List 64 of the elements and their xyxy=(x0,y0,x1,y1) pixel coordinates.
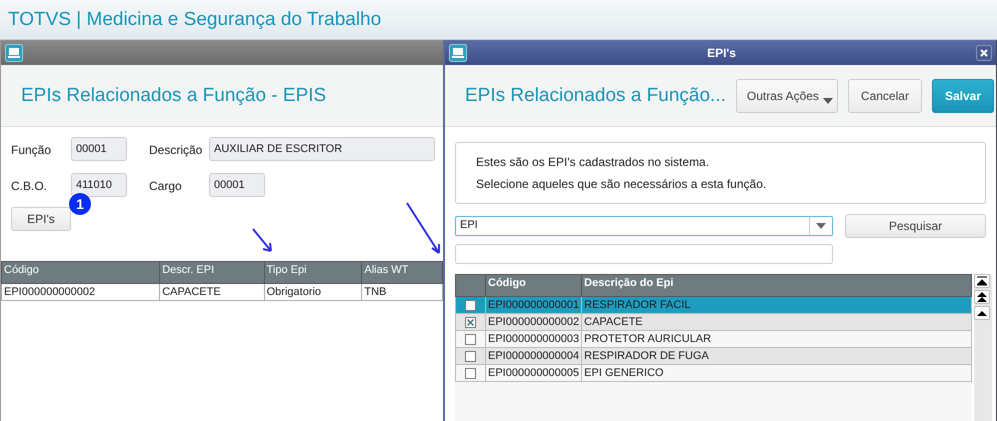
field-label: Função xyxy=(11,142,52,157)
input-field[interactable]: 411010 xyxy=(71,173,127,197)
table-cell: EPI000000000003 xyxy=(486,330,582,348)
app-title: TOTVS | Medicina e Segurança do Trabalho xyxy=(8,8,382,30)
search-dropdown[interactable]: EPI xyxy=(455,216,833,236)
table-cell: Obrigatorio xyxy=(264,284,362,300)
input-field[interactable] xyxy=(455,244,833,264)
checkbox[interactable] xyxy=(465,350,476,362)
table-cell: EPI000000000004 xyxy=(486,348,582,364)
caret-up-icon xyxy=(977,310,987,316)
caret-icon xyxy=(816,223,826,229)
table-cell: PROTETOR AURICULAR xyxy=(582,330,972,348)
field-label: Descrição xyxy=(149,142,204,157)
close-icon xyxy=(980,48,988,56)
search-button[interactable]: Pesquisar xyxy=(845,214,986,238)
input-field[interactable]: 00001 xyxy=(71,137,127,161)
close-button[interactable] xyxy=(976,44,992,60)
column-header[interactable]: Tipo Epi xyxy=(264,262,362,284)
page-up-button[interactable] xyxy=(974,290,990,304)
table-cell: RESPIRADOR FACIL xyxy=(582,296,972,314)
table-row[interactable]: EPI000000000005 EPI GENERICO xyxy=(456,364,972,382)
table-cell: RESPIRADOR DE FUGA xyxy=(582,348,972,364)
table-cell: EPI000000000001 xyxy=(486,296,582,314)
info-text: Estes são os EPI's cadastrados no sistema. xyxy=(476,155,710,169)
table-row[interactable]: EPI000000000003 PROTETOR AURICULAR xyxy=(456,330,972,348)
window-icon xyxy=(5,44,23,62)
checkbox[interactable] xyxy=(465,316,476,328)
page-title: EPIs Relacionados a Função - EPIS xyxy=(21,84,328,106)
checkbox[interactable] xyxy=(465,300,476,310)
table-cell: TNB xyxy=(362,284,442,300)
dialog-heading: EPIs Relacionados a Função... xyxy=(465,84,726,106)
table-cell: CAPACETE xyxy=(160,284,264,300)
window-icon xyxy=(449,44,467,62)
column-header[interactable]: Código xyxy=(486,274,582,296)
arrow-icon xyxy=(251,227,275,255)
table-cell: EPI000000000005 xyxy=(486,364,582,382)
table-cell: EPI000000000002 xyxy=(486,314,582,330)
cancel-button[interactable]: Cancelar xyxy=(848,78,922,112)
table-cell: EPI GENERICO xyxy=(582,364,972,382)
table-cell: EPI000000000002 xyxy=(2,284,160,300)
double-caret-up-icon xyxy=(977,292,987,302)
table-row[interactable]: EPI000000000004 RESPIRADOR DE FUGA xyxy=(456,348,972,364)
column-header[interactable]: Código xyxy=(2,262,160,284)
more-actions-button[interactable]: Outras Ações xyxy=(736,78,838,112)
field-label: Cargo xyxy=(149,178,183,193)
input-field[interactable]: 00001 xyxy=(209,173,265,197)
scroll-top-button[interactable] xyxy=(974,274,990,288)
column-header[interactable]: Alias WT xyxy=(362,262,442,284)
checkbox[interactable] xyxy=(465,368,476,378)
input-field[interactable]: AUXILIAR DE ESCRITOR xyxy=(209,137,435,161)
table-row[interactable]: EPI000000000002 CAPACETE xyxy=(456,314,972,330)
step-badge: 1 xyxy=(69,193,91,215)
epis-button[interactable]: EPI's xyxy=(11,207,71,231)
scroll-up-button[interactable] xyxy=(974,306,990,320)
table-row[interactable]: EPI000000000001 RESPIRADOR FACIL xyxy=(456,296,972,314)
double-caret-up-icon xyxy=(977,276,987,286)
table-cell: CAPACETE xyxy=(582,314,972,330)
checkbox[interactable] xyxy=(465,334,476,344)
field-label: C.B.O. xyxy=(11,178,48,193)
column-header[interactable]: Descrição do Epi xyxy=(582,274,972,296)
dialog-title: EPI's xyxy=(706,46,737,60)
caret-icon xyxy=(822,98,833,104)
column-header[interactable]: Descr. EPI xyxy=(160,262,264,284)
info-text: Selecione aqueles que são necessários a esta função. xyxy=(476,177,768,191)
